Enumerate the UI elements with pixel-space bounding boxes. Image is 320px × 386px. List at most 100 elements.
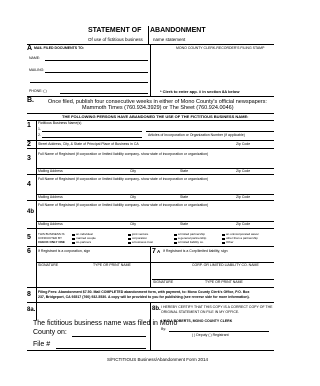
- street-label: Street Address, City, & State of Princip…: [38, 142, 139, 146]
- section-5-number: 5: [27, 234, 31, 241]
- city-4-label: City: [130, 195, 137, 199]
- registrant-4-label: Full Name of Registrant (if corporation …: [38, 177, 209, 181]
- section-4b-rule: [27, 228, 274, 229]
- section-7-letter: A: [157, 249, 161, 254]
- option-joint-venture-checkbox[interactable]: [128, 233, 131, 237]
- mailing-3-label: Mailing Address: [38, 169, 63, 173]
- fbn-label: Fictitious Business Name(s): [38, 121, 82, 125]
- state-3-label: State: [180, 169, 189, 173]
- stamp-divider: [150, 44, 151, 96]
- section-7-rule: [27, 287, 274, 288]
- section-b-letter: B.: [27, 97, 34, 104]
- title-left: STATEMENT OF: [88, 27, 142, 34]
- option-business-trust-label: a business trust: [132, 240, 154, 244]
- subtitle-right: name statement: [153, 37, 186, 42]
- fbn-item-2: 2.: [38, 133, 41, 137]
- business-lead-3: CHECK ONLY ONE: [38, 240, 65, 244]
- option-copartners-checkbox[interactable]: [72, 241, 75, 245]
- option-married-checkbox[interactable]: [72, 237, 75, 241]
- by-signature-field[interactable]: [169, 331, 269, 332]
- registrant-3-label: Full Name of Registrant (if corporation …: [38, 152, 209, 156]
- name-label: NAME:: [29, 56, 41, 60]
- fbn-item-1: 1.: [38, 127, 41, 131]
- state-4b-label: State: [180, 222, 189, 226]
- filing-fees-line-1: Filing Fees: Abandonment $7.50. Mail COM…: [38, 290, 250, 294]
- zip-4b-label: Zip Code: [236, 222, 251, 226]
- fbn-filed-line-2: County on:: [33, 329, 67, 336]
- option-copartners-label: co-partners: [76, 240, 92, 244]
- section-3-number: 3: [27, 155, 31, 162]
- signature-7-label: SIGNATURE: [153, 280, 174, 284]
- option-unincorporated-checkbox[interactable]: [222, 233, 225, 237]
- type-name-6-label: TYPE OR PRINT NAME: [93, 263, 131, 267]
- corp-name-7-label: CORP. OR LIMITED LIABILITY CO. NAME: [192, 263, 259, 267]
- zip-3-label: Zip Code: [236, 169, 251, 173]
- mailing-field[interactable]: [45, 72, 148, 73]
- clerk-stamp-label: MONO COUNTY CLERK-RECORDER'S FILING STAM…: [176, 46, 265, 50]
- abandonment-form-page: STATEMENT OF ABANDONMENT Of use of ficti…: [0, 0, 298, 386]
- file-number-label: File #: [33, 341, 51, 348]
- section-6-text: If Registrant is a corporation, sign: [38, 249, 91, 253]
- fbn-field-1[interactable]: [42, 131, 142, 132]
- option-corporation-checkbox[interactable]: [128, 237, 131, 241]
- phone-field[interactable]: [60, 93, 148, 94]
- mailing-field-2[interactable]: [30, 82, 148, 83]
- file-number-field[interactable]: [56, 348, 146, 349]
- number-column-divider: [36, 120, 37, 320]
- option-limited-partnership-checkbox[interactable]: [174, 233, 177, 237]
- option-other-than-partnership-checkbox[interactable]: [222, 237, 225, 241]
- section-6-number: 6: [27, 248, 31, 255]
- mail-filed-label: MAIL FILED DOCUMENTS TO:: [34, 46, 85, 50]
- section-8b-label: 8b.: [152, 306, 161, 312]
- publish-line-2: Mammoth Times (760.934.3929) or The Shee…: [82, 105, 234, 111]
- street-zip-label: Zip Code: [236, 142, 251, 146]
- option-llc-checkbox[interactable]: [174, 241, 177, 245]
- option-individual-checkbox[interactable]: [72, 233, 75, 237]
- option-other-checkbox[interactable]: [222, 241, 225, 245]
- title-divider: [148, 26, 149, 44]
- section-1-rule: [27, 140, 274, 141]
- option-general-partnership-checkbox[interactable]: [174, 237, 177, 241]
- section-a-letter: A: [27, 45, 33, 52]
- city-3-label: City: [130, 169, 137, 173]
- section-7-number: 7: [152, 248, 156, 255]
- section-3-rule: [27, 174, 274, 175]
- section-8a-label: 8a.: [27, 307, 36, 313]
- option-llc-label: a limited liability co.: [178, 240, 204, 244]
- section-a-rule: [27, 96, 274, 97]
- section-8-number: 8: [27, 291, 31, 298]
- fbn-filed-line-1: The fictitious business name was filed i…: [33, 320, 178, 327]
- signature-6-label: SIGNATURE: [38, 263, 59, 267]
- articles-label: Articles of Incorporation or Organizatio…: [148, 133, 245, 137]
- form-footer: S/FICTITIOUS Business/Abandonment Form 2…: [107, 357, 209, 362]
- filed-date-field[interactable]: [72, 336, 146, 337]
- certify-line-2: ORIGINAL STATEMENT ON FILE IN MY OFFICE.: [161, 310, 240, 314]
- name-field[interactable]: [45, 60, 148, 61]
- city-4b-label: City: [130, 222, 137, 226]
- section-7-text: If Registrant is a Corp/limited liabilit…: [163, 249, 228, 253]
- section-4b-number: 4b: [27, 209, 35, 215]
- section-1-number: 1: [27, 122, 31, 129]
- section-2-rule: [27, 148, 274, 149]
- registrant-4b-label: Full Name of Registrant (if corporation …: [38, 203, 209, 207]
- mailing-4b-label: Mailing Address: [38, 222, 63, 226]
- state-4-label: State: [180, 195, 189, 199]
- filing-fees-line-2: 237, Bridgeport, CA 93517 (760) 932-5530…: [38, 295, 250, 299]
- deputy-registrant-label: ( ) Deputy ( ) Registrant: [192, 333, 229, 337]
- mailing-4-label: Mailing Address: [38, 195, 63, 199]
- type-name-7-label: TYPE OR PRINT NAME: [205, 280, 243, 284]
- title-right: ABANDONMENT: [150, 27, 206, 34]
- persons-header: THE FOLLOWING PERSONS HAVE ABANDONED THE…: [62, 114, 249, 119]
- articles-field[interactable]: [146, 131, 274, 132]
- certify-line-1: I HEREBY CERTIFY THAT THIS COPY IS A COR…: [161, 305, 273, 309]
- zip-4-label: Zip Code: [236, 195, 251, 199]
- subtitle-left: Of use of fictitious business: [88, 37, 143, 42]
- option-other-label: Other: [226, 240, 234, 244]
- option-business-trust-checkbox[interactable]: [128, 241, 131, 245]
- fbn-field-2[interactable]: [42, 137, 142, 138]
- phone-label: PHONE: ( ): [29, 89, 47, 93]
- form-bottom-rule: [27, 350, 274, 351]
- mailing-label: MAILING:: [29, 68, 45, 72]
- section-4-number: 4: [27, 181, 31, 188]
- sign-divider: [150, 246, 151, 287]
